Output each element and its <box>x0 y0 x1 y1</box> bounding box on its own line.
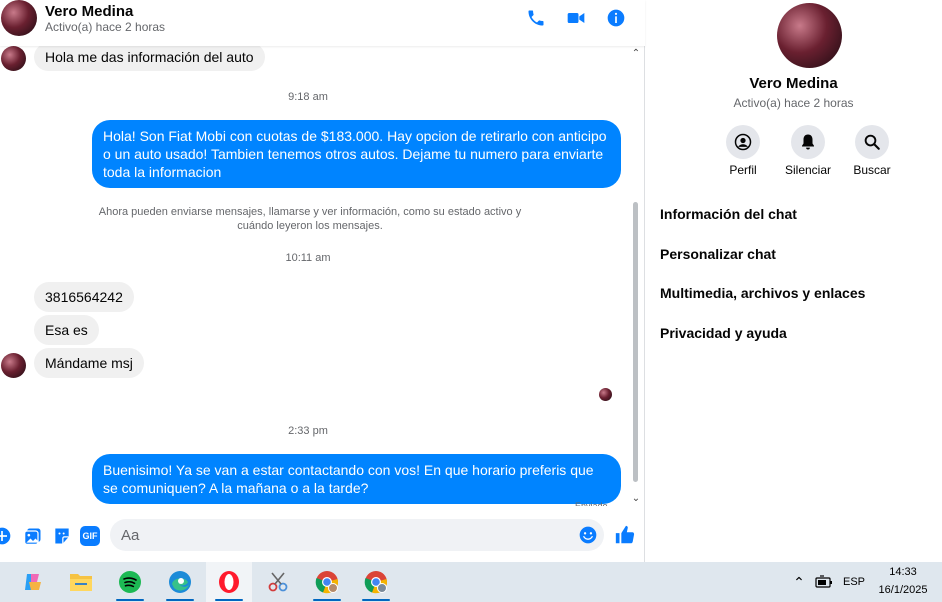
video-call-icon[interactable] <box>566 8 586 28</box>
timestamp: 9:18 am <box>288 91 328 103</box>
messenger-app: Vero Medina Activo(a) hace 2 horas Hola … <box>0 0 942 562</box>
edge-icon <box>169 571 191 593</box>
sticker-icon[interactable] <box>52 526 72 546</box>
sender-avatar <box>1 46 26 71</box>
chrome-icon <box>315 571 338 594</box>
running-indicator <box>362 599 390 601</box>
running-indicator <box>166 599 194 601</box>
message-list[interactable]: Hola me das información del auto 9:18 am… <box>0 46 645 506</box>
message-incoming[interactable]: 3816564242 <box>34 282 134 312</box>
emoji-icon[interactable] <box>578 525 598 545</box>
sender-avatar <box>1 353 26 378</box>
tray-chevron-up-icon[interactable]: ⌃ <box>790 562 808 602</box>
profile-icon <box>734 133 752 151</box>
active-indicator <box>215 599 243 601</box>
message-outgoing[interactable]: Hola! Son Fiat Mobi con cuotas de $183.0… <box>92 120 621 188</box>
plus-circle-icon[interactable] <box>0 526 12 546</box>
chat-header: Vero Medina Activo(a) hace 2 horas <box>0 0 645 46</box>
opera-icon <box>219 571 239 593</box>
scroll-down-arrow-icon[interactable]: ⌄ <box>630 494 642 504</box>
copilot-icon <box>25 574 41 590</box>
menu-chat-info[interactable]: Información del chat <box>660 206 797 222</box>
message-input[interactable]: Aa <box>110 519 604 551</box>
profile-name: Vero Medina <box>749 75 838 92</box>
message-incoming[interactable]: Mándame msj <box>34 348 144 378</box>
contact-status: Activo(a) hace 2 horas <box>45 20 166 34</box>
profile-button-label: Perfil <box>729 163 757 177</box>
chat-info-panel: Vero Medina Activo(a) hace 2 horas Perfi… <box>645 0 942 562</box>
search-button[interactable]: Buscar <box>842 125 902 177</box>
composer: GIF Aa <box>0 514 645 558</box>
scissors-icon <box>268 572 288 592</box>
message-outgoing[interactable]: Buenisimo! Ya se van a estar contactando… <box>92 454 621 504</box>
timestamp: 10:11 am <box>285 252 331 264</box>
info-icon[interactable] <box>606 8 626 28</box>
taskbar-copilot[interactable] <box>10 562 56 602</box>
taskbar-opera[interactable] <box>206 562 252 602</box>
taskbar-snipping-tool[interactable] <box>255 562 301 602</box>
message-incoming[interactable]: Hola me das información del auto <box>34 46 265 71</box>
mute-button[interactable]: Silenciar <box>778 125 838 177</box>
spotify-icon <box>119 571 141 593</box>
battery-network-icon[interactable] <box>815 575 833 589</box>
folder-icon <box>70 574 92 591</box>
search-icon <box>864 134 880 150</box>
photo-icon[interactable] <box>23 526 43 546</box>
chrome-icon <box>364 571 387 594</box>
menu-privacy-help[interactable]: Privacidad y ayuda <box>660 325 787 341</box>
menu-media-files-links[interactable]: Multimedia, archivos y enlaces <box>660 285 865 301</box>
gif-icon[interactable]: GIF <box>80 526 100 546</box>
taskbar-file-explorer[interactable] <box>58 562 104 602</box>
message-scrollbar[interactable]: ⌃ ⌄ <box>630 46 642 506</box>
profile-status: Activo(a) hace 2 horas <box>733 96 854 110</box>
thumbs-up-icon[interactable] <box>614 524 636 546</box>
clock-date[interactable]: 16/1/2025 <box>872 584 934 596</box>
scroll-up-arrow-icon[interactable]: ⌃ <box>630 49 642 59</box>
bell-icon <box>802 134 814 150</box>
mute-button-label: Silenciar <box>784 163 832 177</box>
language-indicator[interactable]: ESP <box>843 562 865 602</box>
running-indicator <box>313 599 341 601</box>
seen-receipt-avatar <box>599 388 612 401</box>
search-button-label: Buscar <box>853 163 891 177</box>
contact-avatar[interactable] <box>1 0 37 36</box>
contact-name[interactable]: Vero Medina <box>45 3 133 20</box>
system-message: Ahora pueden enviarse mensajes, llamarse… <box>98 206 522 232</box>
timestamp: 2:33 pm <box>288 425 328 437</box>
taskbar-chrome[interactable] <box>304 562 350 602</box>
taskbar-chrome-profile[interactable] <box>353 562 399 602</box>
scroll-thumb[interactable] <box>633 202 638 482</box>
taskbar: ⌃ ESP 14:33 16/1/2025 <box>0 562 942 602</box>
profile-button[interactable]: Perfil <box>713 125 773 177</box>
taskbar-spotify[interactable] <box>107 562 153 602</box>
clock-time[interactable]: 14:33 <box>876 566 930 578</box>
menu-customize-chat[interactable]: Personalizar chat <box>660 246 776 262</box>
phone-call-icon[interactable] <box>526 8 546 28</box>
chat-pane: Vero Medina Activo(a) hace 2 horas Hola … <box>0 0 645 562</box>
message-incoming[interactable]: Esa es <box>34 315 99 345</box>
delivery-status: Enviado <box>575 502 608 506</box>
message-input-placeholder: Aa <box>121 527 140 544</box>
taskbar-edge[interactable] <box>157 562 203 602</box>
running-indicator <box>116 599 144 601</box>
profile-avatar <box>777 3 842 68</box>
